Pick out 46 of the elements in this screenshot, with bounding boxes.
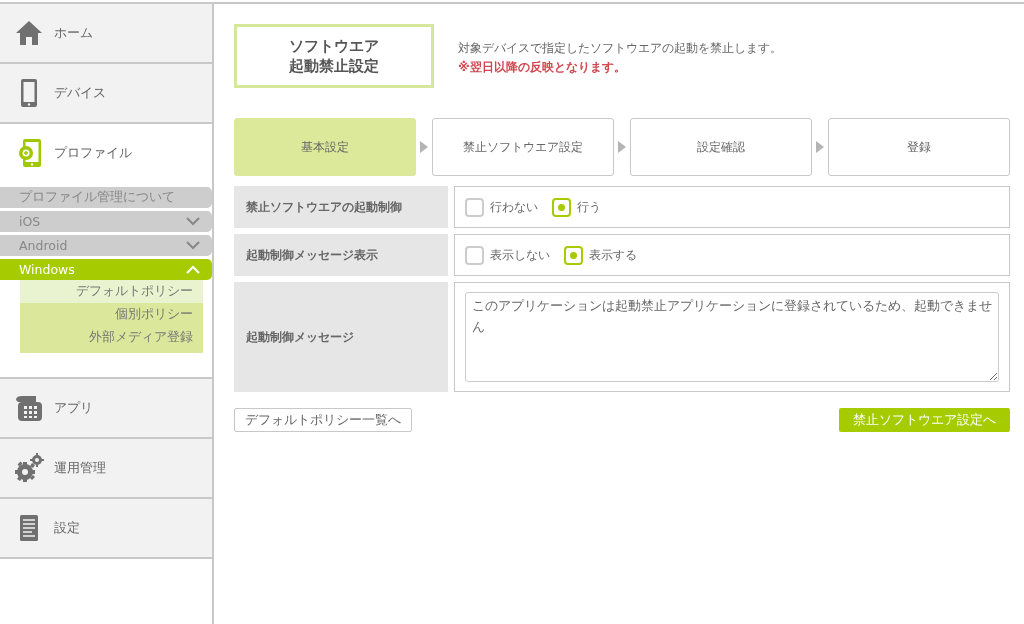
wizard-step[interactable]: 禁止ソフトウエア設定 — [432, 118, 614, 176]
chevron-down-icon — [186, 217, 200, 226]
back-button[interactable]: デフォルトポリシー一覧へ — [234, 408, 412, 432]
app-grid-icon — [14, 394, 44, 422]
wizard-step[interactable]: 登録 — [828, 118, 1010, 176]
nav-item[interactable]: アプリ — [0, 379, 212, 437]
policy-menu-item[interactable]: 外部メディア登録 — [20, 326, 203, 349]
description-text: 対象デバイスで指定したソフトウエアの起動を禁止します。 — [458, 41, 782, 55]
radio-box[interactable] — [552, 197, 571, 217]
nav-item[interactable]: デバイス — [0, 64, 212, 122]
wizard-step[interactable]: 設定確認 — [630, 118, 812, 176]
radio-box[interactable] — [465, 197, 484, 217]
nav-item[interactable]: ホーム — [0, 4, 212, 62]
field-label: 起動制御メッセージ表示 — [234, 234, 448, 276]
chevron-up-icon — [186, 265, 200, 274]
smartphone-icon — [20, 78, 38, 108]
nav-label: ホーム — [54, 24, 93, 42]
notice-text: ※翌日以降の反映となります。 — [458, 59, 627, 76]
step-arrow-icon — [420, 141, 428, 153]
nav-label: プロファイル — [54, 144, 132, 162]
page-title-card: ソフトウエア 起動禁止設定 — [234, 24, 434, 88]
radio-option[interactable]: 表示しない — [465, 245, 550, 265]
nav-item[interactable]: 運用管理 — [0, 439, 212, 497]
nav-label: アプリ — [54, 399, 93, 417]
field-label: 禁止ソフトウエアの起動制御 — [234, 186, 448, 228]
policy-menu-item[interactable]: 個別ポリシー — [20, 303, 203, 326]
radio-box[interactable] — [465, 245, 484, 265]
field-label: 起動制御メッセージ — [234, 282, 448, 392]
tablet-gear-icon — [16, 138, 42, 168]
nav-label: デバイス — [54, 84, 106, 102]
nav-item[interactable]: 設定 — [0, 499, 212, 557]
step-arrow-icon — [816, 141, 824, 153]
nav-label: 運用管理 — [54, 459, 106, 477]
document-icon — [19, 514, 39, 542]
step-arrow-icon — [618, 141, 626, 153]
nav-label: 設定 — [54, 519, 80, 537]
radio-box[interactable] — [564, 245, 583, 265]
policy-menu-item[interactable]: デフォルトポリシー — [20, 280, 203, 303]
radio-option[interactable]: 行う — [552, 197, 601, 217]
radio-option[interactable]: 行わない — [465, 197, 538, 217]
gears-icon — [14, 453, 44, 483]
message-field[interactable]: このアプリケーションは起動禁止アプリケーションに登録されているため、起動できません — [465, 292, 999, 382]
radio-option[interactable]: 表示する — [564, 245, 637, 265]
chevron-down-icon — [186, 241, 200, 250]
home-icon — [15, 20, 43, 46]
wizard-step[interactable]: 基本設定 — [234, 118, 416, 176]
